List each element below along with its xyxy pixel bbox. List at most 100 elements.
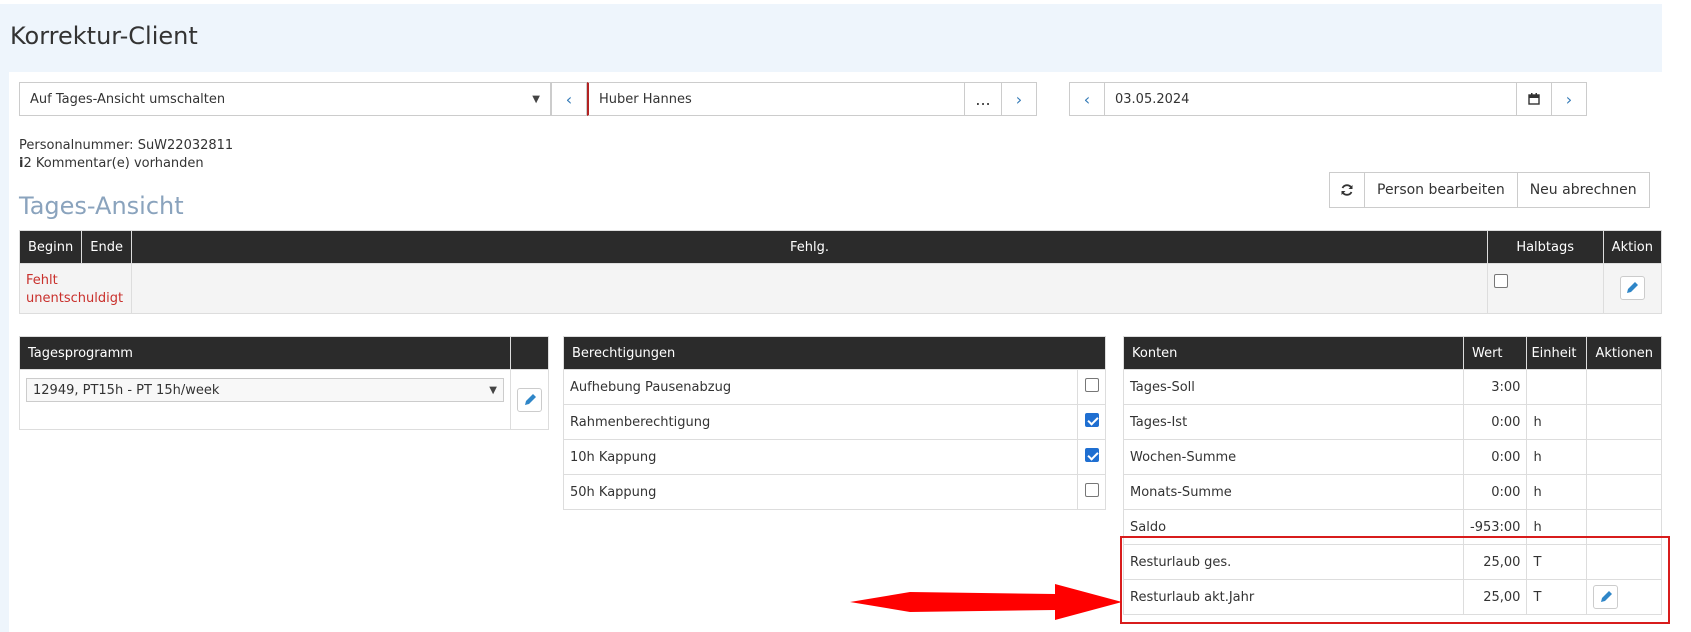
tagesprogramm-cell: 12949, PT15h - PT 15h/week ▼ <box>19 369 511 430</box>
person-more-button[interactable]: ... <box>964 82 1002 116</box>
halbtags-cell <box>1486 263 1604 314</box>
pencil-icon <box>1600 591 1612 602</box>
table-row: 10h Kappung <box>563 439 1106 475</box>
absence-status: Fehlt unentschuldigt <box>18 263 133 314</box>
table-row: Monats-Summe 0:00 h <box>1123 474 1662 510</box>
konto-einheit: h <box>1526 509 1588 545</box>
aktion-cell <box>1602 263 1663 314</box>
konto-wert: -953:00 <box>1462 509 1528 545</box>
pencil-icon <box>1627 282 1639 293</box>
refresh-button[interactable] <box>1329 172 1365 208</box>
konto-name: Tages-Soll <box>1123 369 1464 405</box>
rahmenberechtigung-checkbox[interactable] <box>1084 413 1099 427</box>
permission-checkbox-cell <box>1077 439 1106 475</box>
chevron-left-icon: ‹ <box>565 89 573 109</box>
konto-name: Saldo <box>1123 509 1464 545</box>
chevron-right-icon: › <box>1015 89 1023 109</box>
col-ende: Ende <box>81 230 133 264</box>
prev-day-button[interactable]: ‹ <box>1069 82 1105 116</box>
red-arrow-icon <box>850 584 1122 620</box>
permission-checkbox-cell <box>1077 404 1106 440</box>
table-row: Tages-Soll 3:00 <box>1123 369 1662 405</box>
tagesprogramm-value: 12949, PT15h - PT 15h/week <box>33 382 220 398</box>
table-row: Aufhebung Pausenabzug <box>563 369 1106 405</box>
konten-header: Konten Wert Einheit Aktionen <box>1123 336 1662 370</box>
col-tagesprogramm: Tagesprogramm <box>19 336 511 370</box>
prev-person-button[interactable]: ‹ <box>551 82 587 116</box>
calendar-icon <box>1528 93 1540 105</box>
pencil-icon <box>524 393 536 405</box>
konto-wert: 0:00 <box>1462 439 1528 475</box>
permission-checkbox-cell <box>1077 474 1106 510</box>
10h-kappung-checkbox[interactable] <box>1084 448 1099 462</box>
konto-name: Resturlaub ges. <box>1123 544 1464 580</box>
chevron-left-icon: ‹ <box>1083 89 1091 109</box>
konto-wert: 25,00 <box>1462 544 1528 580</box>
calendar-button[interactable] <box>1516 82 1552 116</box>
permission-label: Aufhebung Pausenabzug <box>563 369 1078 405</box>
konten-table: Konten Wert Einheit Aktionen Tages-Soll … <box>1123 336 1662 615</box>
col-tagesprogramm-action <box>510 336 549 370</box>
recalculate-button[interactable]: Neu abrechnen <box>1516 172 1650 208</box>
konto-einheit: h <box>1526 404 1588 440</box>
aufhebung-pausenabzug-checkbox[interactable] <box>1084 378 1099 392</box>
konto-aktion <box>1586 404 1662 440</box>
konto-einheit: h <box>1526 439 1588 475</box>
person-name-field[interactable]: Huber Hannes <box>587 82 964 116</box>
comment-notice[interactable]: i2 Kommentar(e) vorhanden <box>19 155 233 173</box>
person-name: Huber Hannes <box>599 91 692 107</box>
konto-einheit: T <box>1526 544 1588 580</box>
absence-status-line2: unentschuldigt <box>26 291 124 306</box>
view-select[interactable]: Auf Tages-Ansicht umschalten ▼ <box>19 82 551 116</box>
edit-tagesprogramm-button[interactable] <box>517 387 542 412</box>
halbtags-checkbox[interactable] <box>1493 274 1508 288</box>
date-value: 03.05.2024 <box>1115 91 1190 107</box>
comment-count: 2 <box>23 156 32 171</box>
chevron-down-icon: ▼ <box>532 93 540 105</box>
table-row: Rahmenberechtigung <box>563 404 1106 440</box>
konto-aktion <box>1586 369 1662 405</box>
page-title: Korrektur-Client <box>10 22 198 50</box>
next-day-button[interactable]: › <box>1551 82 1587 116</box>
permission-label: 50h Kappung <box>563 474 1078 510</box>
col-aktion: Aktion <box>1602 230 1663 264</box>
date-navigator: ‹ 03.05.2024 › <box>1069 82 1587 116</box>
permission-label: Rahmenberechtigung <box>563 404 1078 440</box>
tagesprogramm-action-cell <box>510 369 549 430</box>
date-input[interactable]: 03.05.2024 <box>1105 82 1516 116</box>
konto-aktion <box>1586 474 1662 510</box>
fehlg-cell <box>131 263 1488 314</box>
col-fehlg: Fehlg. <box>131 230 1488 264</box>
refresh-icon <box>1341 184 1353 196</box>
konto-name: Tages-Ist <box>1123 404 1464 440</box>
table-row: Resturlaub akt.Jahr 25,00 T <box>1123 579 1662 615</box>
day-table: Beginn Ende Fehlg. Halbtags Aktion Fehlt… <box>18 230 1663 314</box>
edit-absence-button[interactable] <box>1619 276 1645 300</box>
permission-label: 10h Kappung <box>563 439 1078 475</box>
konto-einheit <box>1526 369 1588 405</box>
konto-aktion <box>1586 579 1662 615</box>
table-row: Saldo -953:00 h <box>1123 509 1662 545</box>
konto-wert: 3:00 <box>1462 369 1528 405</box>
section-title: Tages-Ansicht <box>19 192 184 220</box>
konto-einheit: h <box>1526 474 1588 510</box>
table-row: Resturlaub ges. 25,00 T <box>1123 544 1662 580</box>
next-person-button[interactable]: › <box>1001 82 1037 116</box>
tagesprogramm-select[interactable]: 12949, PT15h - PT 15h/week ▼ <box>26 378 504 402</box>
action-buttons: Person bearbeiten Neu abrechnen <box>1329 172 1650 208</box>
edit-resturlaub-button[interactable] <box>1593 585 1619 609</box>
table-row: 50h Kappung <box>563 474 1106 510</box>
col-beginn: Beginn <box>18 230 83 264</box>
permission-checkbox-cell <box>1077 369 1106 405</box>
50h-kappung-checkbox[interactable] <box>1084 483 1099 497</box>
chevron-right-icon: › <box>1565 89 1573 109</box>
day-table-header: Beginn Ende Fehlg. Halbtags Aktion <box>18 230 1663 264</box>
tagesprogramm-table: Tagesprogramm 12949, PT15h - PT 15h/week… <box>19 336 549 430</box>
konto-aktion <box>1586 439 1662 475</box>
view-select-value: Auf Tages-Ansicht umschalten <box>30 91 226 107</box>
berechtigungen-table: Berechtigungen Aufhebung Pausenabzug Rah… <box>563 336 1106 510</box>
berechtigungen-header: Berechtigungen <box>563 336 1106 370</box>
absence-status-line1: Fehlt <box>26 273 58 288</box>
konto-wert: 0:00 <box>1462 404 1528 440</box>
edit-person-button[interactable]: Person bearbeiten <box>1364 172 1518 208</box>
